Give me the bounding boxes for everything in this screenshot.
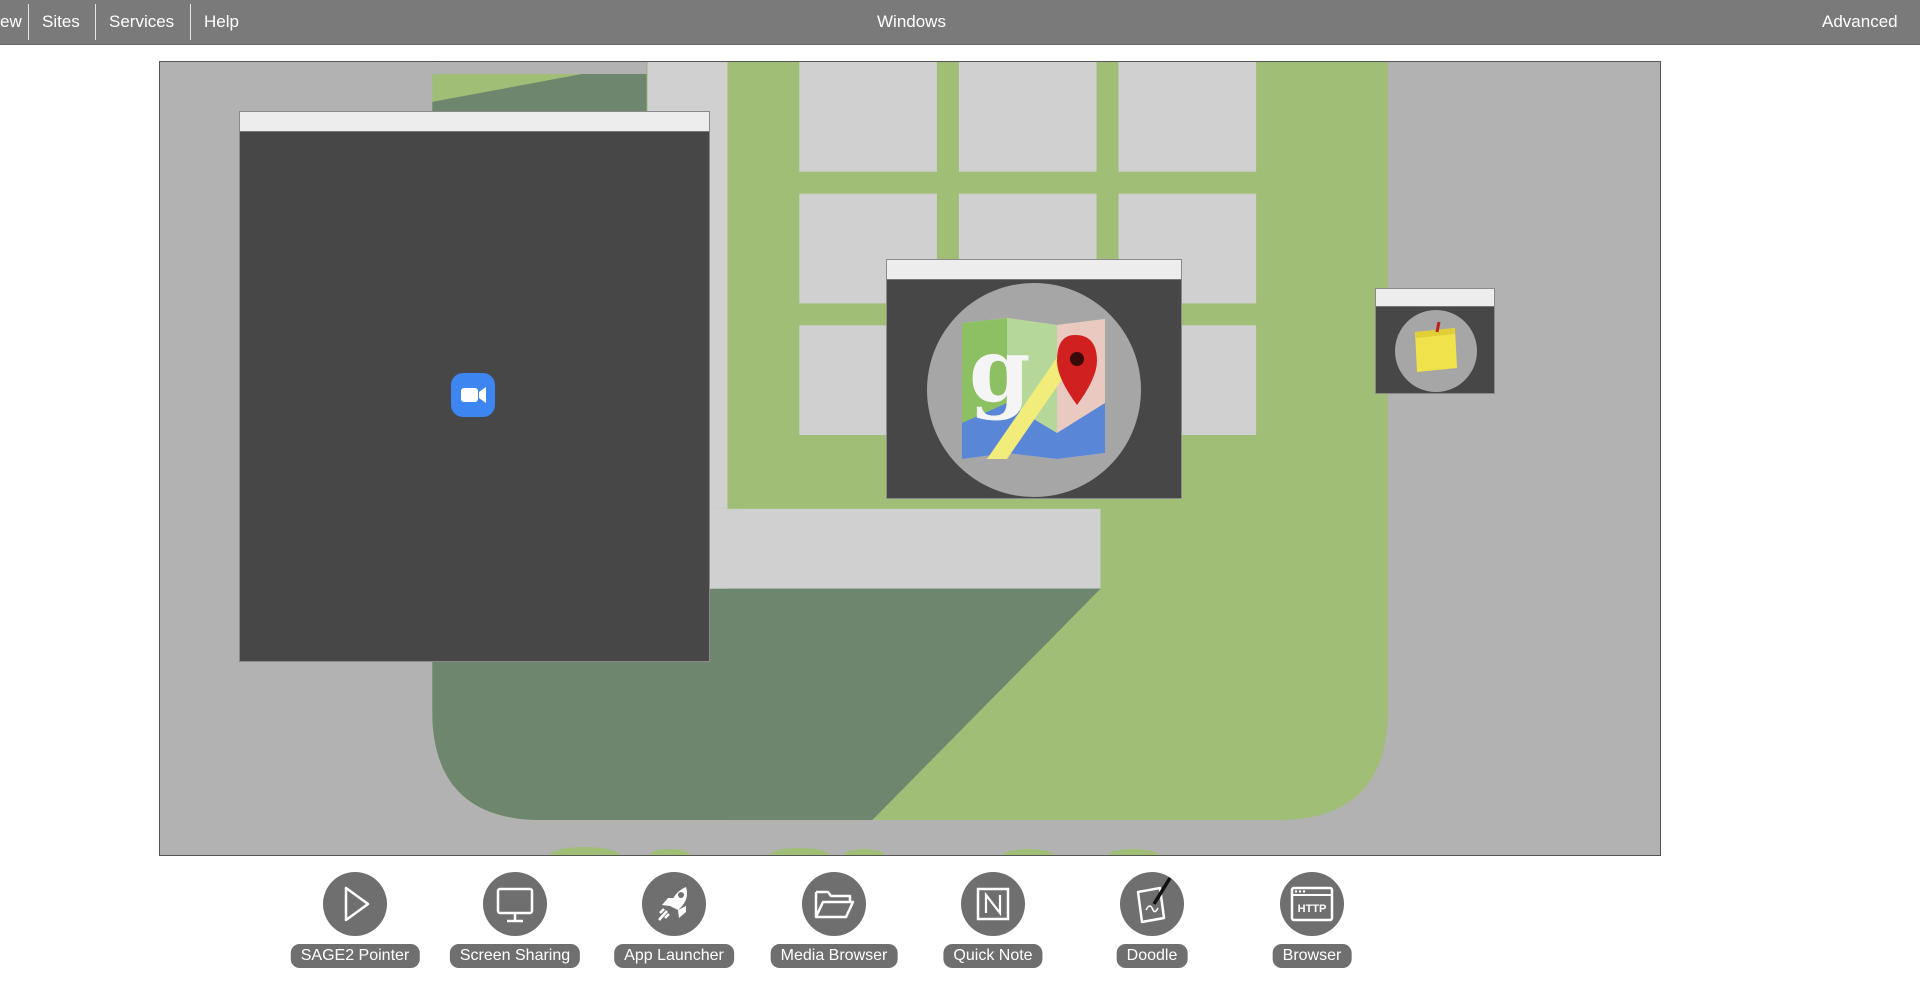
rocket-icon	[658, 887, 687, 921]
browser-button[interactable]: HTTP Browser	[1237, 872, 1387, 980]
browser-label: Browser	[1272, 944, 1352, 968]
quick-note-app-window[interactable]	[1375, 288, 1495, 394]
screen-sharing-label: Screen Sharing	[449, 944, 581, 968]
sticky-note-icon	[1395, 310, 1477, 392]
app-launcher-button[interactable]: App Launcher	[599, 872, 749, 980]
window-title-bar[interactable]	[240, 112, 709, 132]
maps-app-window[interactable]: g	[886, 259, 1182, 499]
menu-divider	[28, 4, 29, 40]
http-icon-text: HTTP	[1298, 903, 1327, 915]
media-browser-button[interactable]: Media Browser	[759, 872, 909, 980]
menu-divider	[190, 4, 191, 40]
menu-item-windows[interactable]: Windows	[877, 0, 946, 44]
menu-item-services[interactable]: Services	[109, 0, 174, 44]
http-browser-icon: HTTP	[1290, 886, 1334, 922]
menu-divider	[95, 4, 96, 40]
doodle-button[interactable]: Doodle	[1077, 872, 1227, 980]
sage2-pointer-label: SAGE2 Pointer	[290, 944, 420, 968]
monitor-icon	[496, 887, 534, 923]
video-call-app-window[interactable]	[239, 111, 710, 662]
media-browser-label: Media Browser	[770, 944, 898, 968]
menu-item-advanced[interactable]: Advanced	[1822, 0, 1898, 44]
video-camera-icon	[451, 373, 495, 417]
svg-text:g: g	[969, 318, 1031, 422]
menu-item-help[interactable]: Help	[204, 0, 239, 44]
window-title-bar[interactable]	[1376, 289, 1494, 307]
menu-item-sites[interactable]: Sites	[42, 0, 80, 44]
window-title-bar[interactable]	[887, 260, 1181, 280]
doodle-pen-icon	[1136, 877, 1172, 924]
menu-item-view[interactable]: ew	[0, 0, 22, 44]
folder-icon	[814, 890, 855, 919]
app-launcher-label: App Launcher	[614, 944, 734, 968]
google-maps-icon: g	[927, 283, 1141, 497]
quick-note-label: Quick Note	[943, 944, 1043, 968]
top-menu-bar: ew Sites Services Help Windows Advanced	[0, 0, 1920, 45]
note-n-icon	[976, 887, 1010, 921]
quick-note-button[interactable]: Quick Note	[918, 872, 1068, 980]
sage2-pointer-button[interactable]: SAGE2 Pointer	[280, 872, 430, 980]
doodle-label: Doodle	[1116, 944, 1188, 968]
screen-sharing-button[interactable]: Screen Sharing	[440, 872, 590, 980]
display-wall-canvas[interactable]: g	[159, 61, 1661, 856]
pointer-arrow-icon	[344, 886, 370, 922]
